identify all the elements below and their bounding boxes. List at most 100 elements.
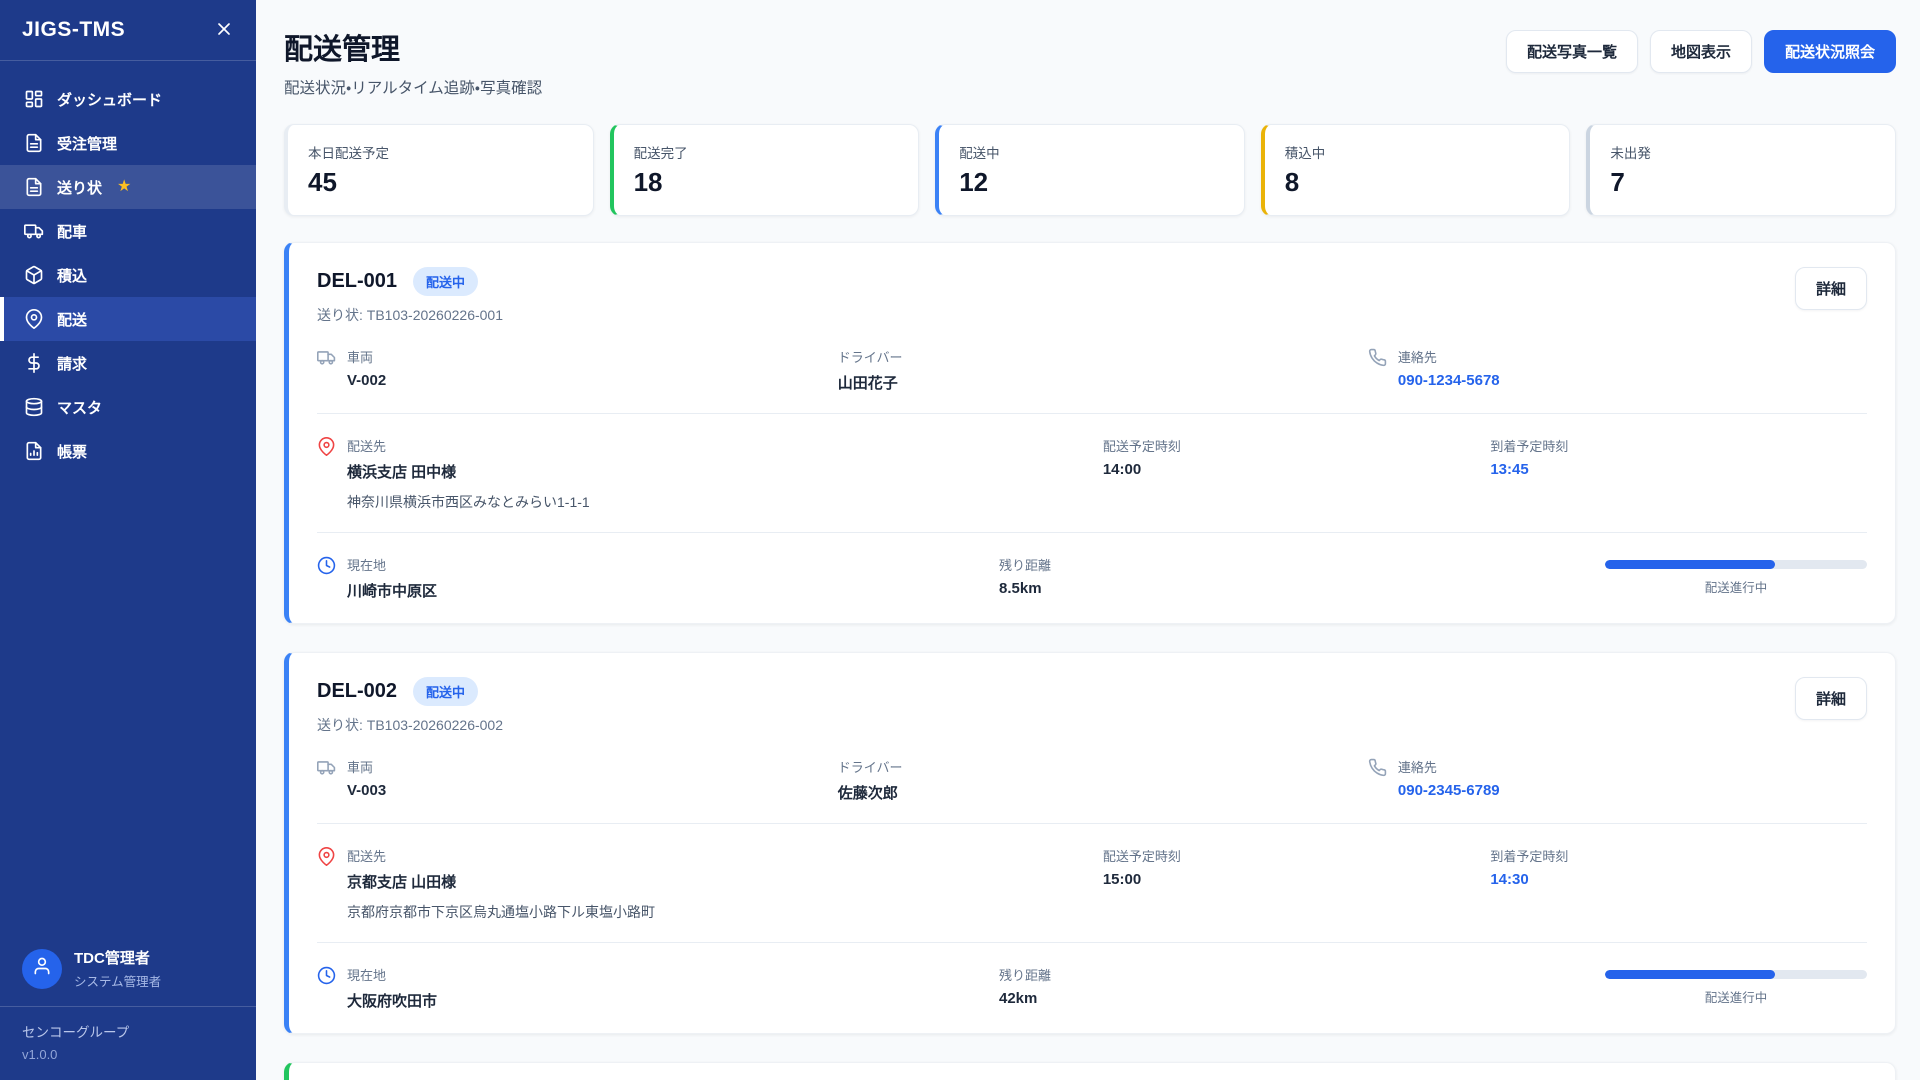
sidebar-item-billing[interactable]: 請求 [0, 341, 256, 385]
app-version: v1.0.0 [22, 1047, 234, 1062]
stat-card: 本日配送予定45 [284, 124, 594, 216]
status-badge: 配送中 [413, 267, 478, 296]
sidebar-item-label: 請求 [57, 353, 87, 374]
truck-icon [317, 348, 336, 367]
progress-label: 配送進行中 [1605, 987, 1867, 1006]
user-info[interactable]: TDC管理者 システム管理者 [0, 931, 256, 1006]
sidebar-close-button[interactable] [214, 19, 234, 42]
document-icon [24, 133, 44, 153]
phone-icon [1368, 348, 1387, 367]
delivery-progress: 配送進行中 [1605, 965, 1867, 1011]
card-field: ドライバー 佐藤次郎 [838, 757, 1368, 803]
app-logo: JIGS-TMS [22, 18, 125, 42]
field-value[interactable]: 090-1234-5678 [1398, 372, 1500, 389]
stat-value: 12 [959, 167, 1224, 198]
stats-row: 本日配送予定45配送完了18配送中12積込中8未出発7 [284, 124, 1896, 216]
map-view-button[interactable]: 地図表示 [1650, 30, 1752, 73]
sidebar-bottom: TDC管理者 システム管理者 センコーグループ v1.0.0 [0, 931, 256, 1080]
card-header: DEL-001 配送中 送り状: TB103-20260226-001 詳細 [317, 267, 1867, 325]
field-label: 配送先 [347, 436, 590, 455]
delivery-status-button[interactable]: 配送状況照会 [1764, 30, 1896, 73]
card-header: DEL-002 配送中 送り状: TB103-20260226-002 詳細 [317, 677, 1867, 735]
sidebar-item-label: 配送 [57, 309, 87, 330]
sidebar-nav: ダッシュボード受注管理送り状 ★ 配車積込配送請求マスタ帳票 [0, 61, 256, 473]
field-label: 車両 [347, 347, 386, 366]
vehicle-driver-row: 車両 V-003 ドライバー 佐藤次郎 連絡先 090-2345-6789 [317, 757, 1867, 803]
card-field: 車両 V-003 [317, 757, 838, 803]
sidebar-item-label: 受注管理 [57, 133, 117, 154]
map-pin-icon [317, 847, 336, 866]
sidebar-item-label: 帳票 [57, 441, 87, 462]
field-label: 配送予定時刻 [1103, 846, 1181, 865]
field-label: 連絡先 [1398, 757, 1500, 776]
sidebar-header: JIGS-TMS [0, 0, 256, 61]
current-status-row: 現在地 川崎市中原区 残り距離 8.5km 配送進行中 [317, 555, 1867, 601]
photo-list-button[interactable]: 配送写真一覧 [1506, 30, 1638, 73]
vehicle-driver-row: 車両 V-002 ドライバー 山田花子 連絡先 090-1234-5678 [317, 347, 1867, 393]
card-field: 到着予定時刻 13:45 [1490, 436, 1867, 512]
stat-card: 配送完了18 [610, 124, 920, 216]
field-value: 京都支店 山田様 [347, 871, 655, 892]
star-icon: ★ [117, 179, 131, 195]
card-field: 配送予定時刻 14:00 [1103, 436, 1491, 512]
destination-row: 配送先 横浜支店 田中様 神奈川県横浜市西区みなとみらい1-1-1 配送予定時刻… [317, 436, 1867, 512]
progress-bar [1605, 970, 1867, 979]
progress-fill [1605, 560, 1775, 569]
dollar-icon [24, 353, 44, 373]
sidebar-item-label: 配車 [57, 221, 87, 242]
progress-label: 配送進行中 [1605, 577, 1867, 596]
field-value: 14:00 [1103, 461, 1181, 478]
main-content: 配送管理 配送状況・リアルタイム追跡・写真確認 配送写真一覧 地図表示 配送状況… [256, 0, 1920, 1080]
stat-value: 8 [1285, 167, 1550, 198]
sidebar-item-loading[interactable]: 積込 [0, 253, 256, 297]
sidebar-item-delivery[interactable]: 配送 [0, 297, 256, 341]
avatar [22, 949, 62, 989]
sidebar-item-label: 送り状 [57, 177, 102, 198]
field-value: 15:00 [1103, 871, 1181, 888]
document-icon [24, 177, 44, 197]
card-field: 到着予定時刻 14:30 [1490, 846, 1867, 922]
stat-card: 積込中8 [1261, 124, 1571, 216]
sidebar-item-dispatch[interactable]: 配車 [0, 209, 256, 253]
destination-address: 神奈川県横浜市西区みなとみらい1-1-1 [347, 492, 590, 512]
field-value[interactable]: 090-2345-6789 [1398, 782, 1500, 799]
sidebar-item-label: ダッシュボード [57, 89, 162, 110]
field-value: 8.5km [999, 580, 1051, 597]
delivery-progress: 配送進行中 [1605, 555, 1867, 601]
sidebar-item-waybill[interactable]: 送り状 ★ [0, 165, 256, 209]
sidebar-item-orders[interactable]: 受注管理 [0, 121, 256, 165]
sidebar-item-reports[interactable]: 帳票 [0, 429, 256, 473]
field-value: 42km [999, 990, 1051, 1007]
field-value: 佐藤次郎 [838, 782, 903, 803]
card-field: 現在地 大阪府吹田市 [317, 965, 999, 1011]
field-label: 到着予定時刻 [1490, 846, 1568, 865]
progress-fill [1605, 970, 1775, 979]
field-value: 横浜支店 田中様 [347, 461, 590, 482]
user-role: システム管理者 [74, 971, 161, 990]
sidebar-item-label: マスタ [57, 397, 102, 418]
delivery-id: DEL-001 [317, 270, 397, 293]
delivery-id: DEL-002 [317, 680, 397, 703]
progress-bar [1605, 560, 1867, 569]
field-label: 配送先 [347, 846, 655, 865]
sidebar-item-dashboard[interactable]: ダッシュボード [0, 77, 256, 121]
sidebar-item-master[interactable]: マスタ [0, 385, 256, 429]
field-label: 現在地 [347, 555, 437, 574]
field-label: 現在地 [347, 965, 437, 984]
card-field: 連絡先 090-2345-6789 [1368, 757, 1867, 803]
card-field: 残り距離 8.5km [999, 555, 1605, 601]
field-label: 連絡先 [1398, 347, 1500, 366]
phone-icon [1368, 758, 1387, 777]
card-field: 配送予定時刻 15:00 [1103, 846, 1491, 922]
detail-button[interactable]: 詳細 [1795, 677, 1867, 720]
org-name: センコーグループ [22, 1021, 234, 1041]
user-name: TDC管理者 [74, 947, 161, 968]
package-icon [24, 265, 44, 285]
detail-button[interactable]: 詳細 [1795, 267, 1867, 310]
stat-card: 未出発7 [1586, 124, 1896, 216]
clock-icon [317, 556, 336, 575]
stat-value: 7 [1610, 167, 1875, 198]
destination-row: 配送先 京都支店 山田様 京都府京都市下京区烏丸通塩小路下ル東塩小路町 配送予定… [317, 846, 1867, 922]
field-value: V-002 [347, 372, 386, 389]
field-value: 14:30 [1490, 871, 1568, 888]
